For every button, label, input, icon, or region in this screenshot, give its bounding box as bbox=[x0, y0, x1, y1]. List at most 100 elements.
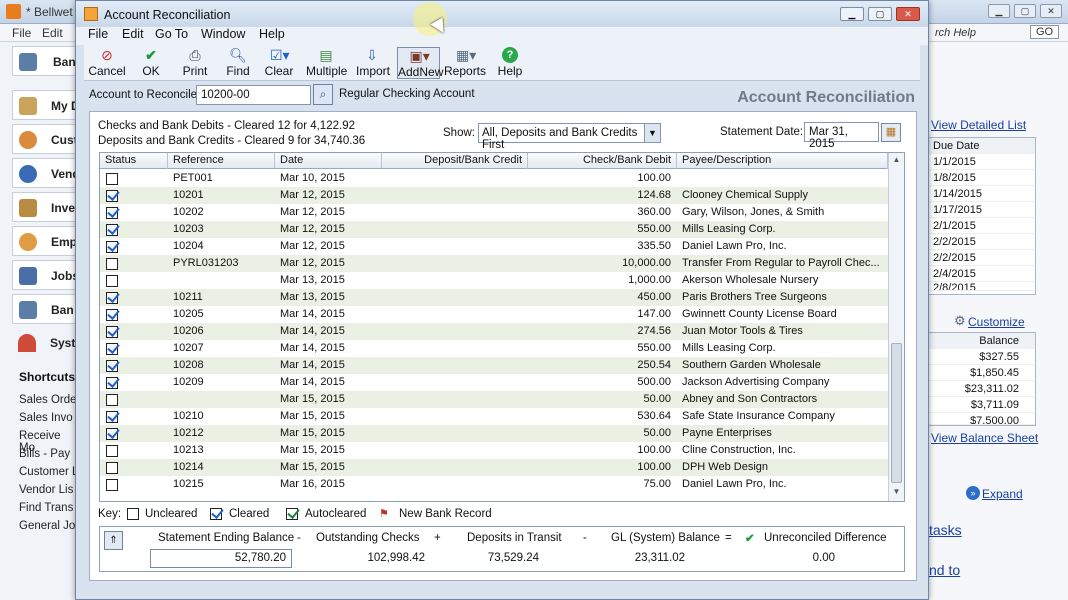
show-filter-select[interactable]: All, Deposits and Bank Credits First ▼ bbox=[478, 123, 661, 151]
list-item[interactable]: 2/8/2015 bbox=[929, 282, 1035, 291]
status-checkbox[interactable] bbox=[106, 241, 118, 253]
statement-ending-balance-input[interactable]: 52,780.20 bbox=[150, 549, 292, 568]
calendar-icon[interactable]: ▦ bbox=[881, 123, 901, 142]
close-icon[interactable]: ✕ bbox=[1040, 4, 1062, 18]
minimize-icon[interactable]: ▁ bbox=[840, 7, 864, 21]
print-button[interactable]: ⎙ Print bbox=[180, 47, 210, 79]
nav-item-inventory[interactable]: Inve bbox=[12, 192, 80, 222]
list-item[interactable]: $7,500.00 bbox=[929, 413, 1035, 425]
status-checkbox[interactable] bbox=[106, 394, 118, 406]
status-checkbox[interactable] bbox=[106, 326, 118, 338]
nav-item-banking-top[interactable]: Ban bbox=[12, 46, 78, 76]
status-checkbox[interactable] bbox=[106, 190, 118, 202]
status-checkbox[interactable] bbox=[106, 207, 118, 219]
nav-item-vendors[interactable]: Vend bbox=[12, 158, 80, 188]
table-row[interactable]: 10215 Mar 16, 2015 75.00 Daniel Lawn Pro, I… bbox=[100, 476, 888, 493]
list-item[interactable]: 1/17/2015 bbox=[929, 202, 1035, 218]
table-row[interactable]: 10204 Mar 12, 2015 335.50 Daniel Lawn Pro, … bbox=[100, 238, 888, 255]
table-row[interactable]: 10211 Mar 13, 2015 450.00 Paris Brothers Tr… bbox=[100, 289, 888, 306]
status-checkbox[interactable] bbox=[106, 479, 118, 491]
next-link[interactable]: nd to bbox=[929, 562, 960, 578]
account-lookup-button[interactable]: ⌕ bbox=[313, 84, 333, 105]
status-checkbox[interactable] bbox=[106, 377, 118, 389]
table-row[interactable]: 10207 Mar 14, 2015 550.00 Mills Leasing Cor… bbox=[100, 340, 888, 357]
shortcut-general-journal[interactable]: General Jo bbox=[19, 520, 75, 532]
search-help-input[interactable]: rch Help bbox=[935, 27, 976, 39]
shortcut-customer-list[interactable]: Customer L bbox=[19, 466, 78, 478]
table-row[interactable]: 10203 Mar 12, 2015 550.00 Mills Leasing Cor… bbox=[100, 221, 888, 238]
menu-edit[interactable]: Edit bbox=[122, 27, 144, 41]
nav-item-employees[interactable]: Emp bbox=[12, 226, 80, 256]
list-item[interactable]: $1,850.45 bbox=[929, 365, 1035, 381]
menu-window[interactable]: Window bbox=[201, 27, 245, 41]
shortcut-vendor-list[interactable]: Vendor Lis bbox=[19, 484, 73, 496]
cancel-button[interactable]: ⊘ Cancel bbox=[88, 47, 126, 79]
table-row[interactable]: Mar 13, 2015 1,000.00 Akerson Wholesale Nu… bbox=[100, 272, 888, 289]
table-row[interactable]: PYRL031203 Mar 12, 2015 10,000.00 Transfer … bbox=[100, 255, 888, 272]
import-button[interactable]: ⇩ Import bbox=[356, 47, 390, 79]
status-checkbox[interactable] bbox=[106, 292, 118, 304]
list-item[interactable]: 2/2/2015 bbox=[929, 234, 1035, 250]
table-row[interactable]: 10205 Mar 14, 2015 147.00 Gwinnett County L… bbox=[100, 306, 888, 323]
nav-item-customers[interactable]: Cust bbox=[12, 124, 80, 154]
maximize-icon[interactable]: ▢ bbox=[1014, 4, 1036, 18]
menu-help[interactable]: Help bbox=[259, 27, 285, 41]
bg-menu-file[interactable]: File bbox=[12, 26, 31, 40]
view-detailed-list-link[interactable]: View Detailed List bbox=[931, 118, 1026, 132]
status-checkbox[interactable] bbox=[106, 173, 118, 185]
shortcut-find-transactions[interactable]: Find Trans bbox=[19, 502, 73, 514]
ok-button[interactable]: ✔ OK bbox=[136, 47, 166, 79]
go-button[interactable]: GO bbox=[1030, 25, 1060, 39]
help-button[interactable]: ? Help bbox=[496, 47, 524, 79]
status-checkbox[interactable] bbox=[106, 462, 118, 474]
table-row[interactable]: 10214 Mar 15, 2015 100.00 DPH Web Design bbox=[100, 459, 888, 476]
list-item[interactable]: 2/2/2015 bbox=[929, 250, 1035, 266]
nav-item-my-dashboard[interactable]: My D bbox=[12, 90, 80, 120]
table-row[interactable]: 10212 Mar 15, 2015 50.00 Payne Enterprises bbox=[100, 425, 888, 442]
status-checkbox[interactable] bbox=[106, 224, 118, 236]
list-item[interactable]: $3,711.09 bbox=[929, 397, 1035, 413]
expand-icon[interactable]: » bbox=[966, 486, 980, 500]
table-row[interactable]: 10213 Mar 15, 2015 100.00 Cline Constructio… bbox=[100, 442, 888, 459]
list-item[interactable]: $327.55 bbox=[929, 349, 1035, 365]
col-check[interactable]: Check/Bank Debit bbox=[528, 153, 677, 169]
table-row[interactable]: Mar 15, 2015 50.00 Abney and Son Contracto… bbox=[100, 391, 888, 408]
list-item[interactable]: 1/14/2015 bbox=[929, 186, 1035, 202]
status-checkbox[interactable] bbox=[106, 258, 118, 270]
col-deposit[interactable]: Deposit/Bank Credit bbox=[382, 153, 528, 169]
gear-icon[interactable]: ⚙ bbox=[954, 313, 966, 329]
col-date[interactable]: Date bbox=[275, 153, 382, 169]
view-balance-sheet-link[interactable]: View Balance Sheet bbox=[931, 431, 1038, 445]
scroll-up-icon[interactable]: ▲ bbox=[891, 155, 902, 167]
status-checkbox[interactable] bbox=[106, 411, 118, 423]
account-input[interactable]: 10200-00 bbox=[196, 85, 311, 105]
table-row[interactable]: 10206 Mar 14, 2015 274.56 Juan Motor Tools … bbox=[100, 323, 888, 340]
collapse-icon[interactable]: ⇑ bbox=[104, 531, 123, 550]
chevron-down-icon[interactable]: ▼ bbox=[644, 124, 660, 142]
menu-go-to[interactable]: Go To bbox=[155, 27, 188, 41]
status-checkbox[interactable] bbox=[106, 343, 118, 355]
col-reference[interactable]: Reference bbox=[168, 153, 275, 169]
table-row[interactable]: 10209 Mar 14, 2015 500.00 Jackson Advertisi… bbox=[100, 374, 888, 391]
status-checkbox[interactable] bbox=[106, 309, 118, 321]
reports-button[interactable]: ▦▾ Reports bbox=[444, 47, 486, 79]
nav-item-system[interactable]: Syst bbox=[12, 328, 80, 358]
scroll-thumb[interactable] bbox=[891, 343, 902, 483]
list-item[interactable]: 2/1/2015 bbox=[929, 218, 1035, 234]
menu-file[interactable]: File bbox=[88, 27, 108, 41]
tasks-link[interactable]: tasks bbox=[929, 522, 962, 538]
customize-link[interactable]: Customize bbox=[968, 315, 1025, 329]
add-new-button[interactable]: ▣▾ AddNew bbox=[397, 47, 443, 79]
minimize-icon[interactable]: ▁ bbox=[988, 4, 1010, 18]
shortcut-bills-pay[interactable]: Bills - Pay bbox=[19, 448, 70, 460]
multiple-button[interactable]: ▤ Multiple bbox=[306, 47, 347, 79]
list-item[interactable]: 1/1/2015 bbox=[929, 154, 1035, 170]
status-checkbox[interactable] bbox=[106, 360, 118, 372]
statement-date-input[interactable]: Mar 31, 2015 bbox=[804, 122, 879, 150]
table-row[interactable]: PET001 Mar 10, 2015 100.00 bbox=[100, 170, 888, 187]
col-payee[interactable]: Payee/Description bbox=[677, 153, 888, 169]
nav-item-jobs[interactable]: Jobs bbox=[12, 260, 80, 290]
find-button[interactable]: 🔍︎ Find bbox=[224, 47, 252, 79]
table-row[interactable]: 10210 Mar 15, 2015 530.64 Safe State Insura… bbox=[100, 408, 888, 425]
maximize-icon[interactable]: ▢ bbox=[868, 7, 892, 21]
